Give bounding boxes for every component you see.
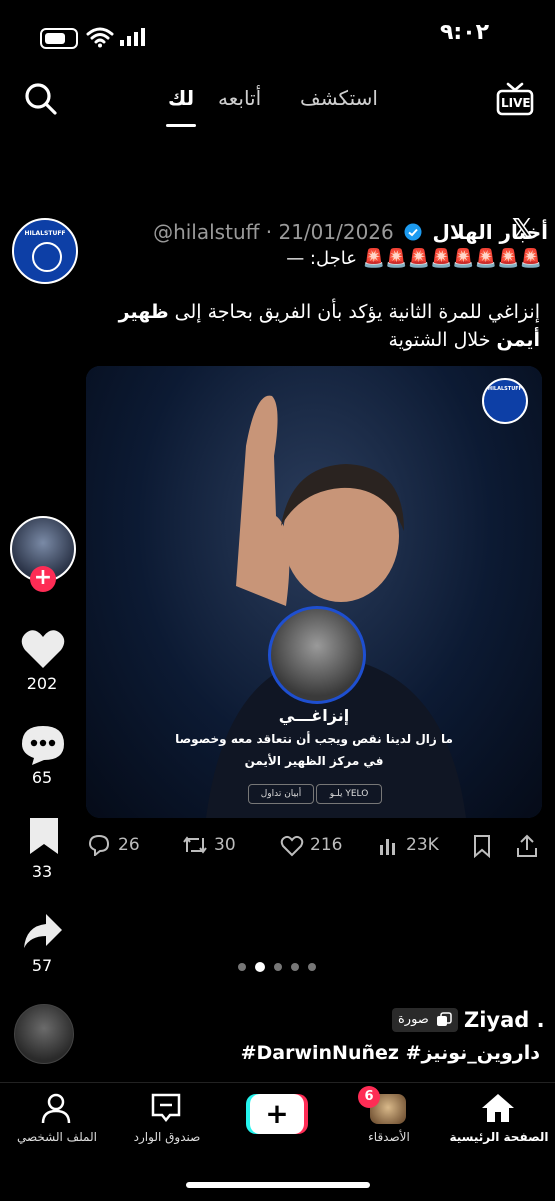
tab-for-you[interactable]: لك bbox=[168, 86, 194, 110]
quote-line-2: في مركز الظهير الأيمن bbox=[244, 754, 384, 768]
live-label: LIVE bbox=[501, 96, 531, 110]
search-icon[interactable] bbox=[24, 82, 58, 116]
nav-friends-label[interactable]: الأصدقاء bbox=[334, 1130, 444, 1144]
name-tag: إنزاغـــي bbox=[278, 706, 350, 725]
breaking-label: عاجل: — bbox=[286, 248, 357, 269]
tweet-stats: 26 30 216 23K bbox=[86, 832, 546, 862]
active-tab-indicator bbox=[166, 124, 196, 127]
live-button[interactable]: LIVE bbox=[496, 82, 534, 116]
battery-icon bbox=[40, 28, 78, 49]
alarm-emojis: 🚨🚨🚨🚨🚨🚨🚨🚨 bbox=[362, 248, 542, 269]
inzaghi-photo bbox=[268, 606, 366, 704]
media-logo: HILALSTUFF bbox=[482, 378, 528, 424]
like-count-side: 202 bbox=[26, 674, 58, 693]
home-icon[interactable] bbox=[480, 1092, 516, 1124]
inbox-icon[interactable] bbox=[150, 1092, 182, 1124]
tweet-text-bold: ظهير bbox=[118, 301, 169, 323]
views-icon[interactable] bbox=[378, 835, 400, 857]
account-avatar[interactable]: HILALSTUFF bbox=[12, 218, 78, 284]
photo-stack-icon bbox=[437, 1012, 452, 1026]
bookmark-side-icon[interactable] bbox=[28, 816, 60, 856]
signal-icon bbox=[120, 28, 145, 46]
retweet-count: 30 bbox=[214, 835, 236, 855]
tab-explore[interactable]: استكشف bbox=[300, 86, 378, 110]
share-arrow-icon[interactable] bbox=[22, 912, 64, 950]
like-icon[interactable] bbox=[280, 835, 304, 857]
tweet-text: إنزاغي للمرة الثانية يؤكد بأن الفريق بحا… bbox=[80, 298, 540, 354]
like-count: 216 bbox=[310, 835, 343, 855]
quote-line-1: ما زال لدينا نقص ويجب أن نتعاقد معه وخصو… bbox=[175, 732, 453, 746]
heart-icon[interactable] bbox=[20, 628, 66, 670]
nav-home-label[interactable]: الصفحة الرئيسية bbox=[444, 1130, 554, 1144]
retweet-icon[interactable] bbox=[182, 834, 208, 856]
avatar-logo-text: HILALSTUFF bbox=[24, 230, 66, 237]
create-button[interactable]: + bbox=[246, 1094, 308, 1134]
tweet-text-bold: أيمن bbox=[496, 329, 540, 351]
home-indicator bbox=[186, 1182, 370, 1188]
bookmark-icon[interactable] bbox=[472, 834, 492, 858]
comment-icon[interactable] bbox=[20, 724, 66, 766]
nav-profile-label[interactable]: الملف الشخصي bbox=[2, 1130, 112, 1144]
media-logo-text: HILALSTUFF bbox=[487, 386, 523, 392]
photo-badge: صورة bbox=[392, 1008, 458, 1032]
tweet-media-image[interactable]: HILALSTUFF إنزاغـــي ما زال لدينا نقص وي… bbox=[86, 366, 542, 818]
reply-count: 26 bbox=[118, 835, 140, 855]
follow-plus-button[interactable]: + bbox=[30, 566, 56, 592]
tab-following[interactable]: أتابعه bbox=[218, 86, 261, 110]
status-time: ٩:٠٢ bbox=[440, 20, 490, 45]
tweet-header: أخبار الهلال @hilalstuff · 21/01/2026 bbox=[88, 220, 548, 244]
comment-count: 65 bbox=[31, 768, 53, 787]
plus-icon: + bbox=[265, 1097, 289, 1130]
wifi-icon bbox=[86, 27, 114, 48]
post-user-avatar[interactable] bbox=[14, 1004, 74, 1064]
breaking-line: 🚨🚨🚨🚨🚨🚨🚨🚨 عاجل: — bbox=[200, 248, 542, 274]
nav-inbox-label[interactable]: صندوق الوارد bbox=[112, 1130, 222, 1144]
tweet-text-part: إنزاغي للمرة الثانية يؤكد بأن الفريق بحا… bbox=[168, 301, 540, 323]
verified-icon bbox=[404, 223, 422, 241]
sponsor-yelo: يلـو YELO bbox=[316, 784, 382, 804]
sponsor-aban: أبيان تداول bbox=[248, 784, 314, 804]
photo-badge-label: صورة bbox=[398, 1012, 429, 1027]
share-icon[interactable] bbox=[516, 834, 538, 858]
reply-icon[interactable] bbox=[88, 834, 110, 856]
x-logo-icon: 𝕏 bbox=[512, 214, 533, 244]
coach-illustration bbox=[206, 395, 466, 818]
share-count: 57 bbox=[31, 956, 53, 975]
friends-badge: 6 bbox=[358, 1086, 380, 1108]
post-hashtags[interactable]: داروين_نونيز# DarwinNuñez# bbox=[190, 1042, 540, 1064]
carousel-dots bbox=[238, 962, 320, 972]
views-count: 23K bbox=[406, 835, 439, 855]
tweet-text-part: خلال الشتوية bbox=[388, 329, 497, 351]
handle-date: @hilalstuff · 21/01/2026 bbox=[153, 220, 394, 244]
profile-icon[interactable] bbox=[40, 1092, 72, 1124]
post-username[interactable]: Ziyad . bbox=[464, 1008, 545, 1032]
save-count: 33 bbox=[31, 862, 53, 881]
